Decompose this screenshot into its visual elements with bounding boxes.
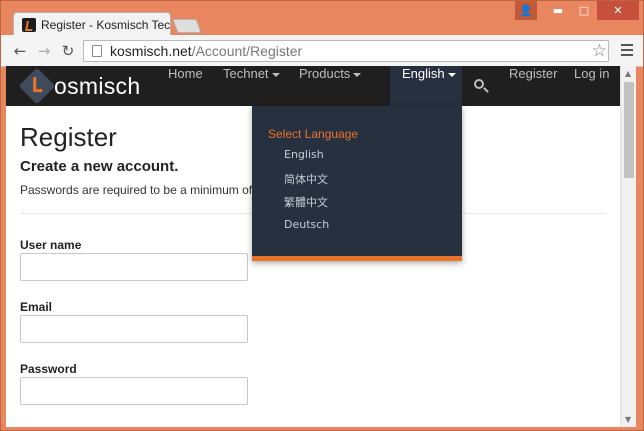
nav-home[interactable]: Home [168, 66, 203, 106]
password-input[interactable] [20, 377, 248, 405]
tab-title: Register - Kosmisch Techn [41, 17, 170, 32]
address-host: kosmisch.net [110, 43, 192, 59]
reload-icon[interactable]: ↻ [59, 42, 77, 60]
maximize-button[interactable]: □ [571, 1, 597, 20]
scroll-up-icon[interactable]: ▲ [625, 69, 631, 78]
caret-down-icon [271, 72, 280, 77]
nav-products-label: Products [299, 66, 351, 81]
page-subtitle: Create a new account. [20, 158, 179, 175]
browser-toolbar: ← → ↻ kosmisch.net/Account/Register ☆ [1, 35, 643, 67]
email-input[interactable] [20, 315, 248, 343]
username-input[interactable] [20, 253, 248, 281]
nav-register[interactable]: Register [509, 66, 557, 106]
nav-register-label: Register [509, 66, 558, 81]
site-favicon-icon [22, 17, 36, 32]
address-bar[interactable]: kosmisch.net/Account/Register [83, 40, 609, 62]
new-tab-button[interactable] [172, 19, 202, 33]
nav-language[interactable]: English [390, 66, 462, 106]
bookmark-star-icon[interactable]: ☆ [592, 41, 607, 61]
scrollbar-thumb[interactable] [624, 82, 634, 178]
page-scrollbar[interactable]: ▲ ▼ [620, 66, 636, 427]
back-arrow-icon[interactable]: ← [11, 42, 29, 60]
language-option-deutsch[interactable]: Deutsch [284, 218, 329, 231]
minimize-button[interactable]: ▬ [545, 1, 571, 20]
scroll-down-icon[interactable]: ▼ [625, 415, 631, 424]
window-controls: 👤 ▬ □ ✕ [515, 1, 639, 20]
email-label: Email [20, 300, 53, 314]
forward-arrow-icon[interactable]: → [35, 42, 53, 60]
search-icon-handle [483, 87, 489, 93]
site-logo[interactable]: osmisch [18, 67, 141, 105]
nav-technet-label: Technet [223, 66, 269, 81]
nav-home-label: Home [168, 66, 203, 81]
address-path: /Account/Register [191, 43, 303, 59]
nav-technet[interactable]: Technet [223, 66, 280, 106]
logo-text: osmisch [54, 72, 141, 99]
caret-down-icon [447, 72, 456, 77]
title-bar: Register - Kosmisch Techn 👤 ▬ □ ✕ [1, 1, 643, 36]
username-label: User name [20, 238, 82, 252]
nav-login[interactable]: Log in [574, 66, 609, 106]
nav-login-label: Log in [574, 66, 610, 81]
language-option-simplified-chinese[interactable]: 简体中文 [284, 171, 328, 187]
browser-tab[interactable]: Register - Kosmisch Techn [13, 12, 171, 36]
close-button[interactable]: ✕ [597, 1, 639, 20]
language-option-traditional-chinese[interactable]: 繁體中文 [284, 194, 328, 210]
search-icon[interactable] [473, 78, 489, 94]
language-dropdown: Select Language English 简体中文 繁體中文 Deutsc… [252, 106, 462, 261]
password-note: Passwords are required to be a minimum o… [20, 183, 263, 197]
site-navbar: osmisch Home Technet Products English Re… [6, 66, 620, 106]
caret-down-icon [353, 72, 362, 77]
language-dropdown-header: Select Language [268, 127, 359, 141]
password-label: Password [20, 362, 77, 376]
nav-language-label: English [402, 66, 445, 81]
browser-menu-icon[interactable] [621, 44, 633, 56]
user-profile-icon[interactable]: 👤 [515, 1, 537, 20]
language-option-english[interactable]: English [284, 148, 324, 161]
logo-mark-icon [18, 67, 56, 105]
nav-products[interactable]: Products [299, 66, 362, 106]
page-title: Register [20, 122, 117, 152]
page-icon [92, 45, 102, 57]
